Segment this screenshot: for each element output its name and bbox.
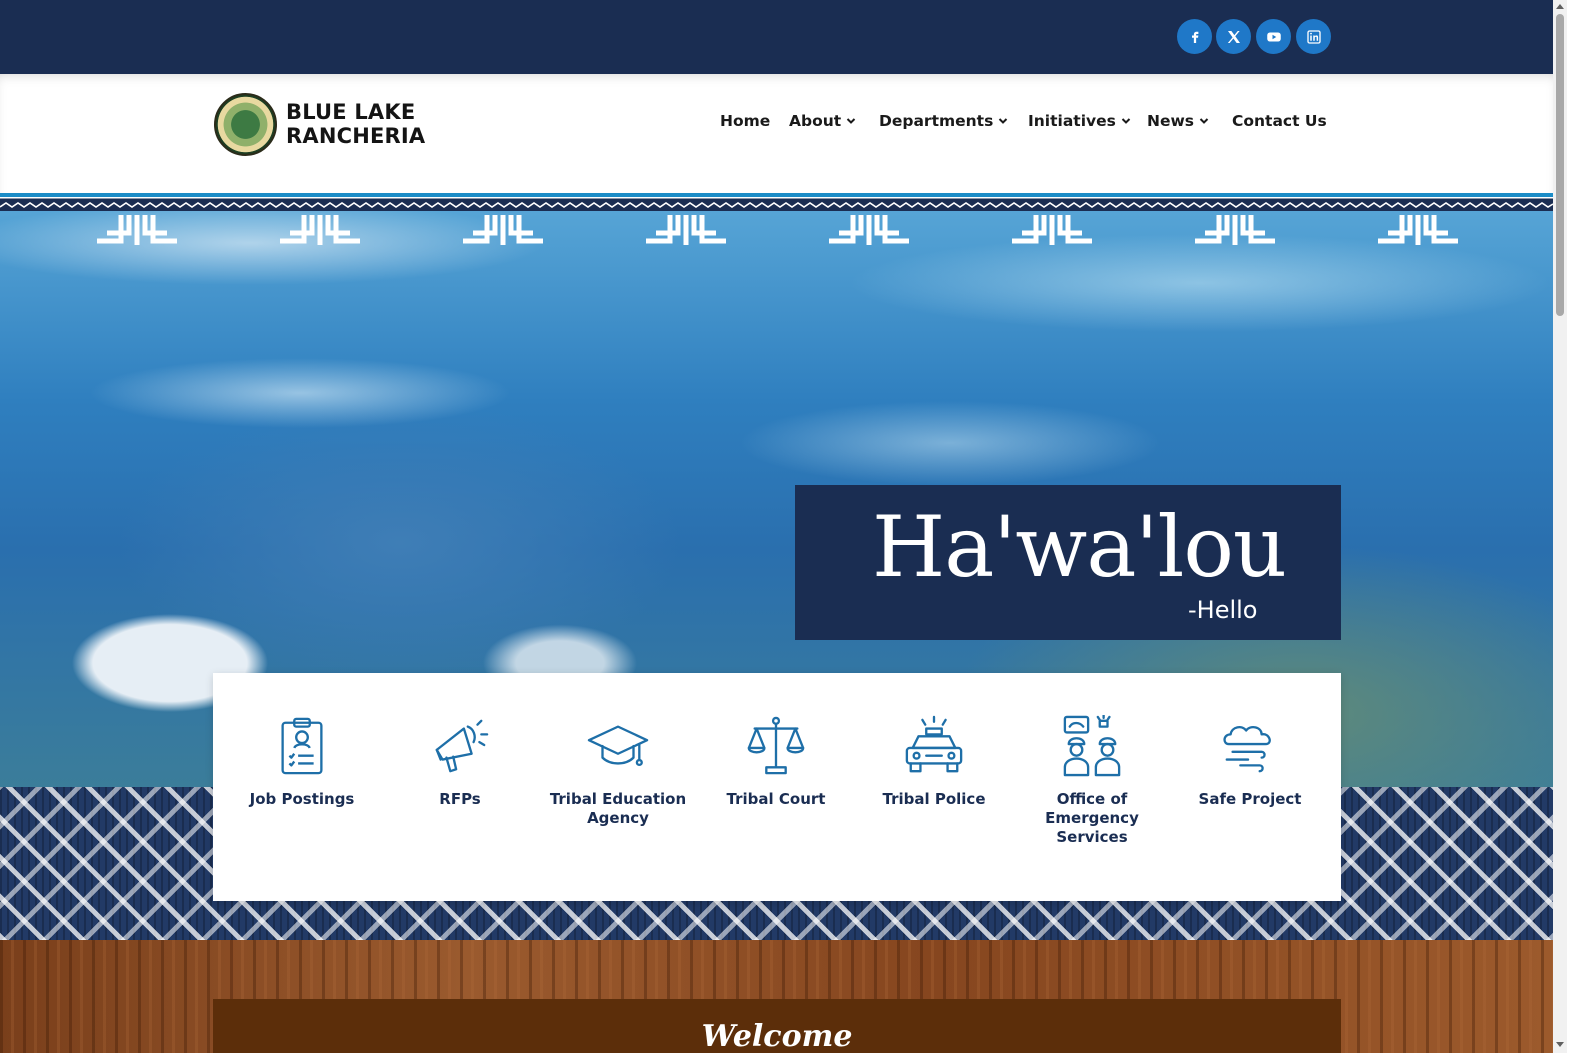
brand-line-1: BLUE LAKE [286, 100, 416, 124]
greeting-title: Ha'wa'lou [872, 498, 1287, 596]
quick-link-tribal-police[interactable]: Tribal Police [859, 715, 1009, 809]
nav-about-label: About [789, 112, 842, 130]
nav-home-label: Home [720, 112, 771, 130]
basket-motif [1012, 215, 1092, 245]
zigzag-border [0, 201, 1553, 211]
quick-link-label: Tribal Police [882, 790, 986, 808]
nav-initiatives[interactable]: Initiatives [1028, 112, 1131, 130]
nav-home[interactable]: Home [720, 112, 770, 130]
nav-news[interactable]: News [1147, 112, 1209, 130]
basket-motif [280, 215, 360, 245]
quick-link-office-of-emergency-services[interactable]: Office of Emergency Services [1017, 715, 1167, 847]
chevron-down-icon [999, 118, 1008, 124]
quick-link-label: Job Postings [249, 790, 355, 808]
wind-cloud-icon [1223, 725, 1271, 773]
quick-link-label: Tribal Court [726, 790, 826, 808]
quick-link-label: RFPs [439, 790, 481, 808]
quick-link-tribal-court[interactable]: Tribal Court [701, 715, 851, 809]
linkedin-icon[interactable] [1296, 19, 1331, 54]
scroll-up-arrow-icon[interactable] [1556, 4, 1564, 9]
nav-initiatives-label: Initiatives [1028, 112, 1116, 130]
police-car-icon [905, 715, 963, 773]
window-edge [1567, 0, 1584, 1053]
nav-news-label: News [1147, 112, 1195, 130]
basket-motif [463, 215, 543, 245]
basket-motif [1378, 215, 1458, 245]
scales-of-justice-icon [747, 716, 805, 775]
quick-link-job-postings[interactable]: Job Postings [227, 715, 377, 809]
tribal-seal-logo[interactable] [214, 93, 277, 156]
quick-link-tribal-education-agency[interactable]: Tribal Education Agency [543, 715, 693, 828]
quick-link-rfps[interactable]: RFPs [385, 715, 535, 809]
scrollbar-thumb[interactable] [1556, 14, 1564, 316]
welcome-heading: Welcome [701, 1019, 853, 1053]
basket-motif [646, 215, 726, 245]
chevron-down-icon [1121, 118, 1131, 124]
site-brand[interactable]: BLUE LAKE RANCHERIA [286, 100, 425, 148]
youtube-icon[interactable] [1256, 19, 1291, 54]
quick-link-label: Safe Project [1198, 790, 1302, 808]
basket-motif [829, 215, 909, 245]
basket-motif [1195, 215, 1275, 245]
basket-motif [97, 215, 177, 245]
nav-departments[interactable]: Departments [879, 112, 1008, 130]
x-twitter-icon[interactable] [1216, 19, 1251, 54]
greeting-translation: -Hello [1188, 596, 1258, 624]
quick-link-safe-project[interactable]: Safe Project [1175, 715, 1325, 809]
clipboard-profile-icon [281, 717, 323, 775]
emergency-responders-icon [1063, 715, 1121, 777]
facebook-icon[interactable] [1177, 19, 1212, 54]
megaphone-icon [435, 719, 489, 773]
chevron-down-icon [846, 118, 856, 124]
quick-link-label: Tribal Education Agency [549, 790, 687, 827]
brand-line-2: RANCHERIA [286, 124, 426, 148]
nav-contact-us[interactable]: Contact Us [1232, 112, 1327, 130]
graduation-cap-icon [587, 725, 649, 767]
chevron-down-icon [1199, 118, 1209, 124]
welcome-section: Welcome [213, 999, 1341, 1053]
quick-link-label: Office of Emergency Services [1045, 790, 1139, 846]
nav-contact-us-label: Contact Us [1232, 112, 1327, 130]
nav-departments-label: Departments [879, 112, 994, 130]
nav-about[interactable]: About [789, 112, 856, 130]
scroll-down-arrow-icon[interactable] [1556, 1042, 1564, 1047]
